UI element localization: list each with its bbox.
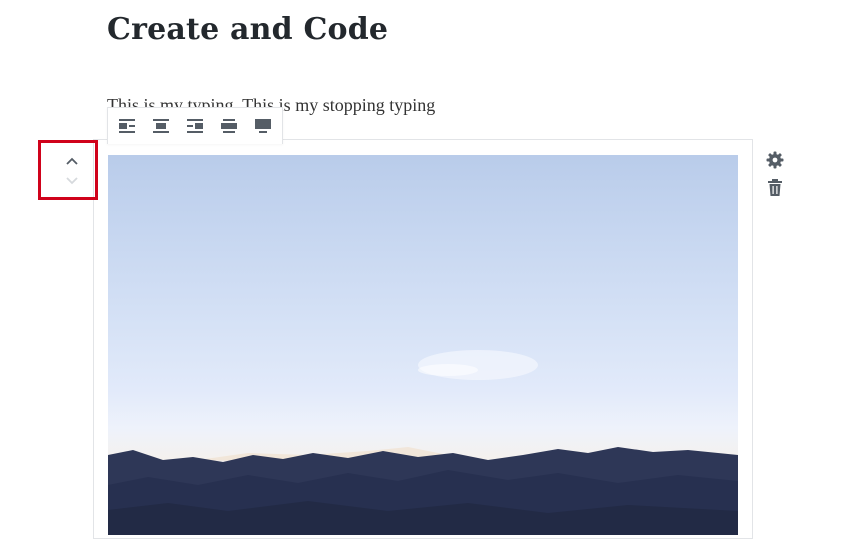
move-down-button[interactable]: [64, 173, 80, 189]
chevron-down-icon: [66, 177, 78, 185]
wide-width-icon: [221, 119, 237, 133]
chevron-up-icon: [66, 157, 78, 165]
block-side-tools: [765, 150, 785, 206]
image-preview[interactable]: [108, 155, 738, 535]
align-center-icon: [153, 119, 169, 133]
full-width-icon: [255, 119, 271, 133]
gear-icon: [766, 151, 784, 169]
block-mover: [38, 140, 98, 200]
delete-block-button[interactable]: [765, 178, 785, 198]
align-right-icon: [187, 119, 203, 133]
post-title[interactable]: Create and Code: [107, 12, 388, 47]
mountain-landscape-image: [108, 350, 738, 535]
block-settings-button[interactable]: [765, 150, 785, 170]
align-right-button[interactable]: [184, 115, 206, 137]
align-center-button[interactable]: [150, 115, 172, 137]
full-width-button[interactable]: [252, 115, 274, 137]
move-up-button[interactable]: [64, 153, 80, 169]
align-left-icon: [119, 119, 135, 133]
image-block-toolbar: [107, 107, 283, 144]
trash-icon: [768, 179, 782, 196]
align-left-button[interactable]: [116, 115, 138, 137]
wide-width-button[interactable]: [218, 115, 240, 137]
